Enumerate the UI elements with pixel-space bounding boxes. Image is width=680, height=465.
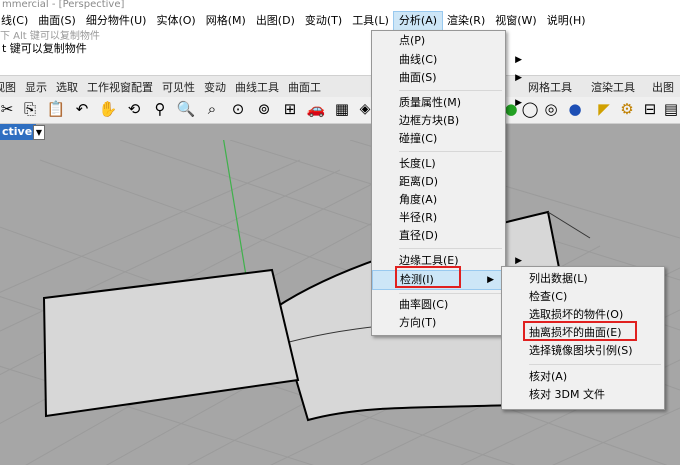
tab-layout[interactable]: 出图 <box>652 79 680 95</box>
menu-analyze[interactable]: 分析(A) <box>392 11 444 31</box>
chevron-right-icon: ▶ <box>487 275 494 285</box>
command-area: 下 Alt 键可以复制物件 t 键可以复制物件 <box>0 31 680 75</box>
menu-mesh[interactable]: 网格(M) <box>201 12 251 30</box>
copy-icon[interactable]: ⎘ <box>20 99 40 119</box>
menu-item-collision[interactable]: 碰撞(C) <box>372 130 532 148</box>
menu-item-audit[interactable]: 核对(A) <box>502 368 680 386</box>
tab-select[interactable]: 选取 <box>56 79 87 95</box>
light-icon[interactable]: ◤ <box>594 99 614 119</box>
viewport-dropdown-icon[interactable]: ▼ <box>33 125 45 140</box>
window-title: mmercial - [Perspective] <box>0 0 680 11</box>
menu-item-angle[interactable]: 角度(A) <box>372 191 532 209</box>
zoom-window-icon[interactable]: ⊙ <box>228 99 248 119</box>
layers-icon[interactable]: ⊟ <box>640 99 660 119</box>
menu-bar: 线(C) 曲面(S) 细分物件(U) 实体(O) 网格(M) 出图(D) 变动(… <box>0 11 680 32</box>
menu-item-surface[interactable]: 曲面(S) ▶ <box>372 69 532 87</box>
toolbar-tabs: 视图 显示 选取 工作视窗配置 可见性 变动 曲线工具 曲面工 网格工具 渲染工… <box>0 75 680 98</box>
grid-icon[interactable]: ▦ <box>332 99 352 119</box>
menu-item-curve[interactable]: 曲线(C) ▶ <box>372 51 532 69</box>
chevron-right-icon: ▶ <box>515 98 522 108</box>
properties-icon[interactable]: ▤ <box>661 99 680 119</box>
tab-visibility[interactable]: 可见性 <box>162 79 204 95</box>
pan-hand-icon[interactable]: ✋ <box>98 99 118 119</box>
four-views-icon[interactable]: ⊞ <box>280 99 300 119</box>
tab-render-tools[interactable]: 渲染工具 <box>591 79 644 95</box>
menu-item-radius[interactable]: 半径(R) <box>372 209 532 227</box>
render-sphere-icon[interactable]: ● <box>565 99 585 119</box>
menu-item-list-data[interactable]: 列出数据(L) <box>502 270 680 288</box>
menu-separator <box>399 151 502 152</box>
menu-help[interactable]: 说明(H) <box>542 12 591 30</box>
menu-render[interactable]: 渲染(R) <box>442 12 490 30</box>
tab-viewport-layout[interactable]: 工作视窗配置 <box>87 79 162 95</box>
settings-gear-icon[interactable]: ⚙ <box>617 99 637 119</box>
menu-item-select-mirrored-blocks[interactable]: 选择镜像图块引例(S) <box>502 342 680 360</box>
tab-display[interactable]: 显示 <box>25 79 56 95</box>
rotate-view-icon[interactable]: ⟲ <box>124 99 144 119</box>
menu-transform[interactable]: 变动(T) <box>300 12 347 30</box>
standard-toolbar: ✂ ⎘ 📋 ↶ ✋ ⟲ ⚲ 🔍 ⌕ ⊙ ⊚ ⊞ 🚗 ▦ ◈ ● ◯ ◎ ● ◤ … <box>0 97 680 124</box>
analyze-menu: 点(P) 曲线(C) ▶ 曲面(S) ▶ 质量属性(M) ▶ 边框方块(B) 碰撞(C… <box>371 30 522 336</box>
zoom-extents-icon[interactable]: 🔍 <box>176 99 196 119</box>
menu-separator <box>399 293 502 294</box>
menu-item-point[interactable]: 点(P) <box>372 32 532 50</box>
tab-transform[interactable]: 变动 <box>204 79 235 95</box>
menu-tools[interactable]: 工具(L) <box>347 12 394 30</box>
menu-separator <box>529 364 661 365</box>
viewport-name[interactable]: ctive <box>0 124 37 140</box>
menu-item-audit-3dm[interactable]: 核对 3DM 文件 <box>502 386 680 404</box>
undo-icon[interactable]: ↶ <box>72 99 92 119</box>
zoom-icon[interactable]: ⚲ <box>150 99 170 119</box>
scissors-icon[interactable]: ✂ <box>0 99 17 119</box>
menu-item-length[interactable]: 长度(L) <box>372 155 532 173</box>
tab-curve-tools[interactable]: 曲线工具 <box>235 79 288 95</box>
tab-mesh-tools[interactable]: 网格工具 <box>528 79 581 95</box>
clipboard-icon[interactable]: 📋 <box>46 99 66 119</box>
menu-item-check[interactable]: 检查(C) <box>502 288 680 306</box>
car-icon[interactable]: 🚗 <box>306 99 326 119</box>
menu-item-mass-properties[interactable]: 质量属性(M) ▶ <box>372 94 532 112</box>
viewport-title-bar: ctive ▼ <box>0 124 680 140</box>
command-prompt[interactable]: t 键可以复制物件 <box>2 40 87 56</box>
annotation-box-extract-bad-surfaces <box>523 321 637 341</box>
menu-item-bounding-box[interactable]: 边框方块(B) <box>372 112 532 130</box>
tab-view[interactable]: 视图 <box>0 79 25 95</box>
menu-item-diameter[interactable]: 直径(D) <box>372 227 532 245</box>
menu-separator <box>399 90 502 91</box>
tab-surface-tools[interactable]: 曲面工 <box>288 79 330 95</box>
chevron-right-icon: ▶ <box>515 73 522 83</box>
menu-item-distance[interactable]: 距离(D) <box>372 173 532 191</box>
chevron-right-icon: ▶ <box>515 55 522 65</box>
menu-layout[interactable]: 出图(D) <box>251 12 300 30</box>
menu-panels[interactable]: 视窗(W) <box>490 12 541 30</box>
zoom-target-icon[interactable]: ⊚ <box>254 99 274 119</box>
shaded-sphere-icon[interactable]: ◎ <box>541 99 561 119</box>
menu-solid[interactable]: 实体(O) <box>151 12 200 30</box>
menu-separator <box>399 248 502 249</box>
zoom-selected-icon[interactable]: ⌕ <box>202 99 222 119</box>
annotation-box-diagnostics <box>395 266 461 288</box>
